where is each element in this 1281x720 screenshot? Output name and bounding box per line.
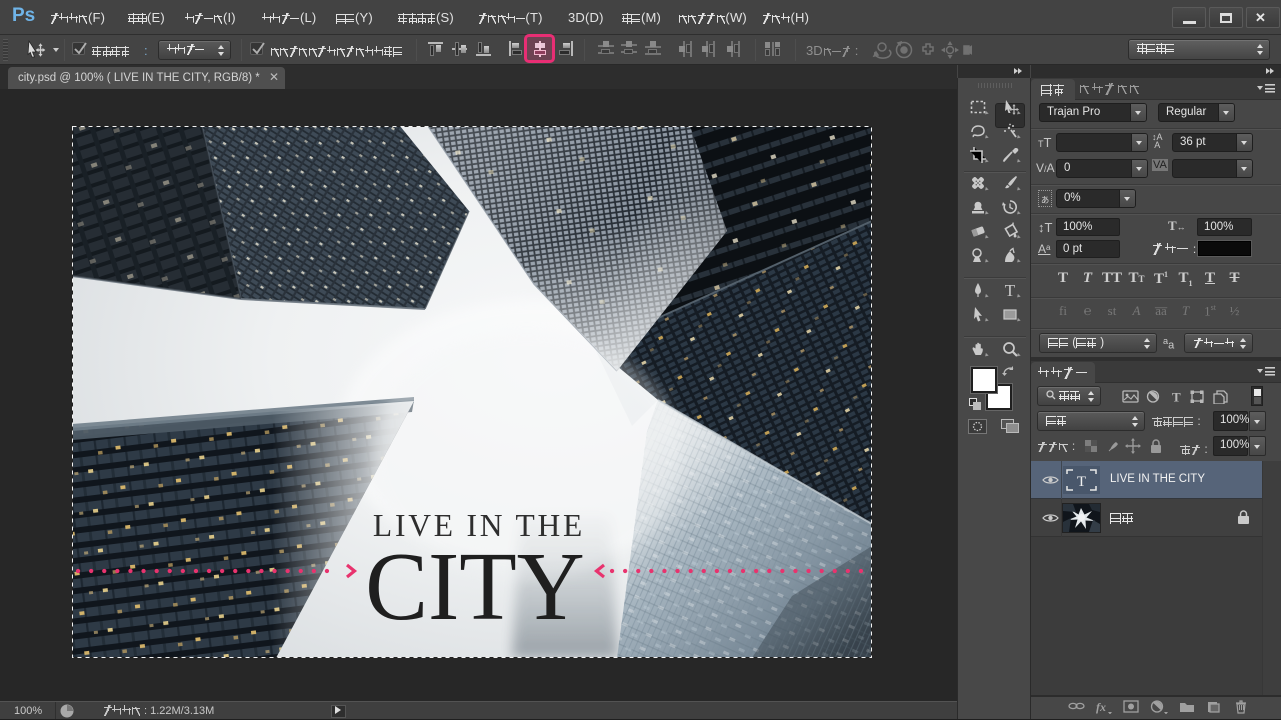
svg-text:fx: fx	[1096, 700, 1106, 714]
svg-text:T: T	[1077, 474, 1086, 490]
svg-text:T: T	[1172, 390, 1181, 405]
svg-text:CITY: CITY	[365, 533, 585, 641]
